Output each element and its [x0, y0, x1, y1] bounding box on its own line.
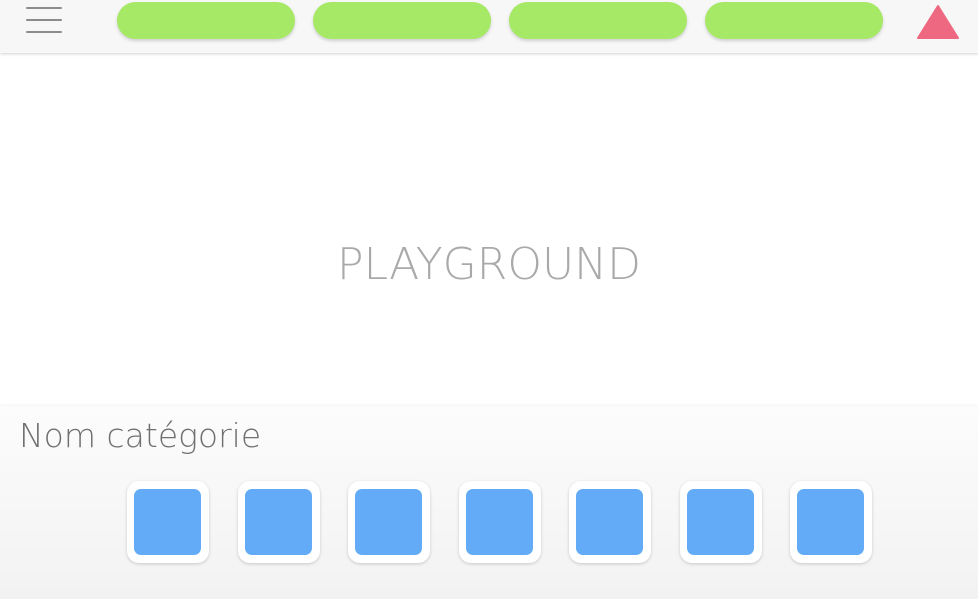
category-item-7[interactable] — [790, 481, 872, 563]
playground-label: PLAYGROUND — [337, 239, 641, 290]
category-item-3[interactable] — [348, 481, 430, 563]
category-pill-4[interactable] — [705, 2, 883, 39]
category-title: Nom catégorie — [19, 416, 262, 455]
triangle-icon[interactable] — [914, 2, 962, 42]
category-item-1[interactable] — [127, 481, 209, 563]
category-pill-2[interactable] — [313, 2, 491, 39]
item-swatch — [245, 489, 312, 555]
hamburger-menu-icon[interactable] — [24, 4, 66, 36]
category-item-6[interactable] — [680, 481, 762, 563]
item-swatch — [134, 489, 201, 555]
item-swatch — [355, 489, 422, 555]
item-swatch — [797, 489, 864, 555]
item-swatch — [687, 489, 754, 555]
item-swatch — [466, 489, 533, 555]
item-swatch — [576, 489, 643, 555]
top-bar — [0, 0, 978, 53]
category-item-2[interactable] — [238, 481, 320, 563]
category-item-4[interactable] — [459, 481, 541, 563]
playground-area[interactable]: PLAYGROUND — [0, 53, 978, 406]
category-item-5[interactable] — [569, 481, 651, 563]
category-pill-1[interactable] — [117, 2, 295, 39]
category-panel: Nom catégorie — [0, 406, 978, 599]
category-pill-3[interactable] — [509, 2, 687, 39]
